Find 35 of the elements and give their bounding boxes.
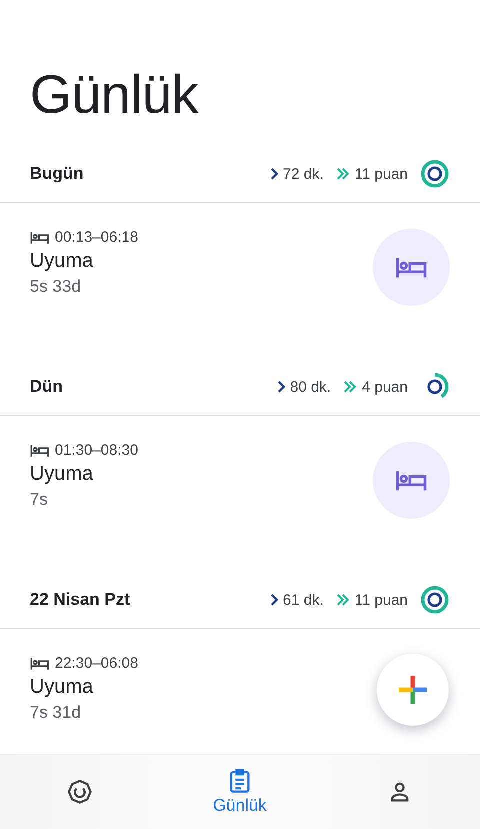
points-stat: 11 puan	[354, 592, 408, 608]
double-chevron-icon	[343, 381, 358, 393]
chevron-icon	[269, 594, 280, 606]
time-range: 00:13–06:18	[55, 229, 138, 246]
entry-title: Uyuma	[30, 463, 94, 486]
minutes-stat: 61 dk.	[283, 592, 324, 608]
entry-title: Uyuma	[30, 250, 94, 273]
day-label: 22 Nisan Pzt	[30, 590, 132, 610]
bed-icon	[395, 256, 428, 278]
plus-icon	[396, 673, 430, 707]
chevron-icon	[276, 381, 286, 393]
minutes-stat: 72 dk.	[283, 166, 324, 182]
time-range: 01:30–08:30	[55, 442, 138, 459]
points-stat: 11 puan	[354, 166, 408, 182]
bed-icon	[30, 444, 50, 458]
day-label: Dün	[30, 377, 64, 397]
double-chevron-icon	[336, 168, 350, 180]
page-title: Günlük	[30, 64, 200, 126]
points-stat: 4 puan	[362, 378, 408, 396]
chevron-icon	[269, 168, 280, 180]
bed-icon	[30, 230, 50, 244]
entry-title: Uyuma	[30, 676, 94, 699]
duration: 7s 31d	[30, 703, 82, 723]
duration: 5s 33d	[30, 277, 82, 297]
rings-icon	[67, 779, 93, 805]
add-button[interactable]	[377, 654, 449, 726]
day-label: Bugün	[30, 164, 85, 184]
progress-ring-icon	[420, 159, 450, 189]
double-chevron-icon	[336, 594, 350, 606]
duration: 7s	[30, 490, 48, 510]
progress-ring-icon	[420, 585, 450, 615]
time-range: 22:30–06:08	[55, 655, 138, 672]
bed-icon	[395, 470, 428, 492]
bed-icon	[30, 656, 50, 670]
minutes-stat: 80 dk.	[290, 378, 332, 396]
